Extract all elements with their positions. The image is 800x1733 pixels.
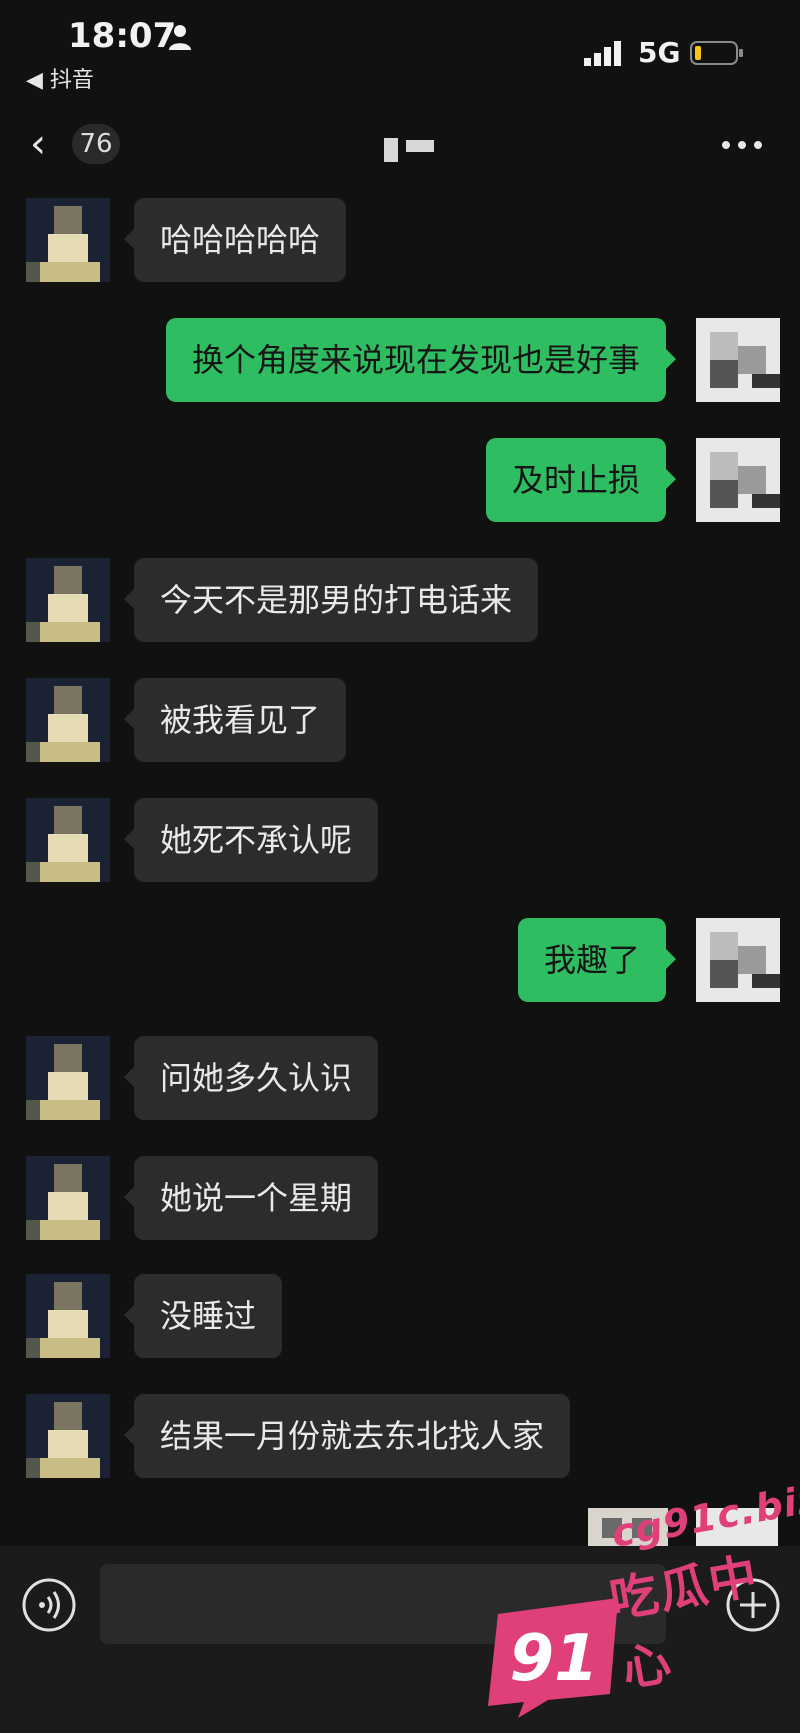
chat-title-redacted xyxy=(380,136,440,162)
incoming-message-bubble[interactable]: 问她多久认识 xyxy=(123,1036,379,1120)
unread-count-badge: 76 xyxy=(72,124,120,164)
person-icon xyxy=(169,25,191,50)
more-horizontal-icon[interactable] xyxy=(720,130,764,160)
status-time: 18:07 xyxy=(68,16,177,56)
contact-avatar[interactable] xyxy=(26,1036,110,1120)
watermark-badge-text: 91 xyxy=(509,1622,598,1696)
status-bar: 18:07 ◀ 抖音 5G xyxy=(0,0,800,100)
incoming-message-bubble[interactable]: 她说一个星期 xyxy=(123,1156,379,1240)
incoming-message-bubble[interactable]: 今天不是那男的打电话来 xyxy=(123,558,539,642)
contact-avatar[interactable] xyxy=(26,198,110,282)
contact-avatar[interactable] xyxy=(26,558,110,642)
contact-avatar[interactable] xyxy=(26,1156,110,1240)
outgoing-message-bubble[interactable]: 换个角度来说现在发现也是好事 xyxy=(165,318,677,402)
incoming-message-bubble[interactable]: 她死不承认呢 xyxy=(123,798,379,882)
back-arrow-icon: ‹ xyxy=(30,121,46,167)
site-watermark: 91 cg91c.biz 吃瓜中心 xyxy=(476,1476,800,1733)
watermark-name: 吃瓜中心 xyxy=(605,1547,764,1699)
network-type: 5G xyxy=(638,36,681,69)
message-list: 哈哈哈哈哈 换个角度来说现在发现也是好事 及时止损 今天不是那男的打电话来 被我… xyxy=(0,190,800,1540)
watermark-badge: 91 xyxy=(488,1598,618,1718)
outgoing-message-bubble[interactable]: 及时止损 xyxy=(485,438,677,522)
contact-avatar[interactable] xyxy=(26,1394,110,1478)
back-button[interactable]: ‹ 76 xyxy=(30,118,120,170)
voice-icon[interactable] xyxy=(22,1578,76,1632)
contact-avatar[interactable] xyxy=(26,1274,110,1358)
back-to-app-link[interactable]: ◀ 抖音 xyxy=(26,62,94,94)
self-avatar[interactable] xyxy=(696,918,780,1002)
outgoing-message-bubble[interactable]: 我趣了 xyxy=(517,918,677,1002)
incoming-message-bubble[interactable]: 被我看见了 xyxy=(123,678,347,762)
self-avatar[interactable] xyxy=(696,318,780,402)
chat-header: ‹ 76 xyxy=(0,100,800,190)
signal-icon xyxy=(584,41,621,66)
contact-avatar[interactable] xyxy=(26,678,110,762)
incoming-message-bubble[interactable]: 结果一月份就去东北找人家 xyxy=(123,1394,571,1478)
self-avatar[interactable] xyxy=(696,438,780,522)
incoming-message-bubble[interactable]: 哈哈哈哈哈 xyxy=(123,198,347,282)
contact-avatar[interactable] xyxy=(26,798,110,882)
battery-icon xyxy=(690,41,743,65)
incoming-message-bubble[interactable]: 没睡过 xyxy=(123,1274,283,1358)
